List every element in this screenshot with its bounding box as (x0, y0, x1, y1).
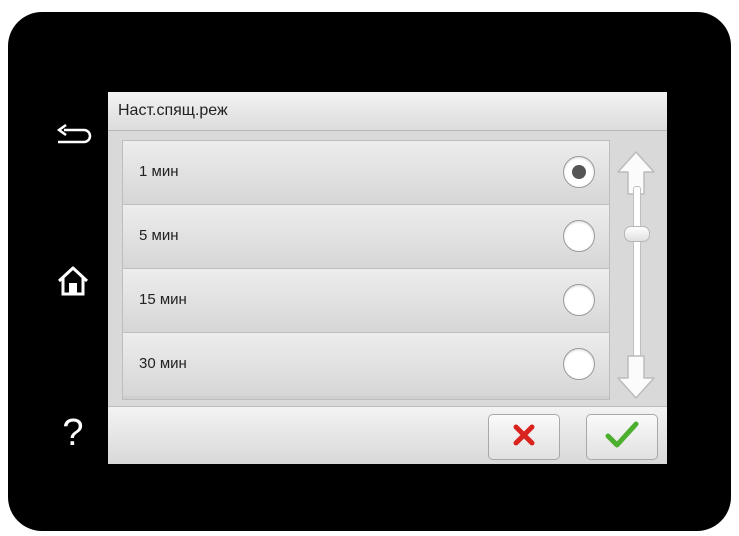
list-item-15-min[interactable]: 15 мин (123, 269, 609, 333)
cancel-button[interactable] (488, 414, 560, 460)
page-title: Наст.спящ.реж (118, 102, 228, 119)
list-item-1-min[interactable]: 1 мин (123, 141, 609, 205)
radio-button[interactable] (563, 348, 595, 380)
home-icon (56, 265, 90, 302)
back-arrow-icon (54, 123, 92, 151)
option-label: 30 мин (139, 355, 187, 372)
help-button[interactable]: ? (48, 408, 98, 458)
question-mark-icon: ? (62, 412, 84, 454)
scrollbar[interactable] (616, 150, 656, 400)
list-item-5-min[interactable]: 5 мин (123, 205, 609, 269)
scroll-down-button[interactable] (616, 354, 656, 400)
title-bar: Наст.спящ.реж (108, 92, 667, 131)
close-icon (512, 423, 536, 452)
action-bar (108, 406, 667, 464)
home-button[interactable] (48, 258, 98, 308)
radio-button[interactable] (563, 220, 595, 252)
checkmark-icon (605, 421, 639, 454)
radio-button-selected[interactable] (563, 156, 595, 188)
option-list: 1 мин 5 мин 15 мин 30 мин (122, 140, 610, 400)
option-label: 1 мин (139, 163, 179, 180)
touch-screen: Наст.спящ.реж 1 мин 5 мин 15 мин 30 мин (108, 92, 667, 464)
scroll-thumb[interactable] (624, 226, 650, 242)
confirm-button[interactable] (586, 414, 658, 460)
list-item-30-min[interactable]: 30 мин (123, 333, 609, 396)
scroll-track[interactable] (633, 186, 641, 364)
radio-dot (572, 165, 586, 179)
back-button[interactable] (48, 112, 98, 162)
option-label: 15 мин (139, 291, 187, 308)
arrow-down-icon (616, 355, 656, 404)
radio-button[interactable] (563, 284, 595, 316)
option-label: 5 мин (139, 227, 179, 244)
